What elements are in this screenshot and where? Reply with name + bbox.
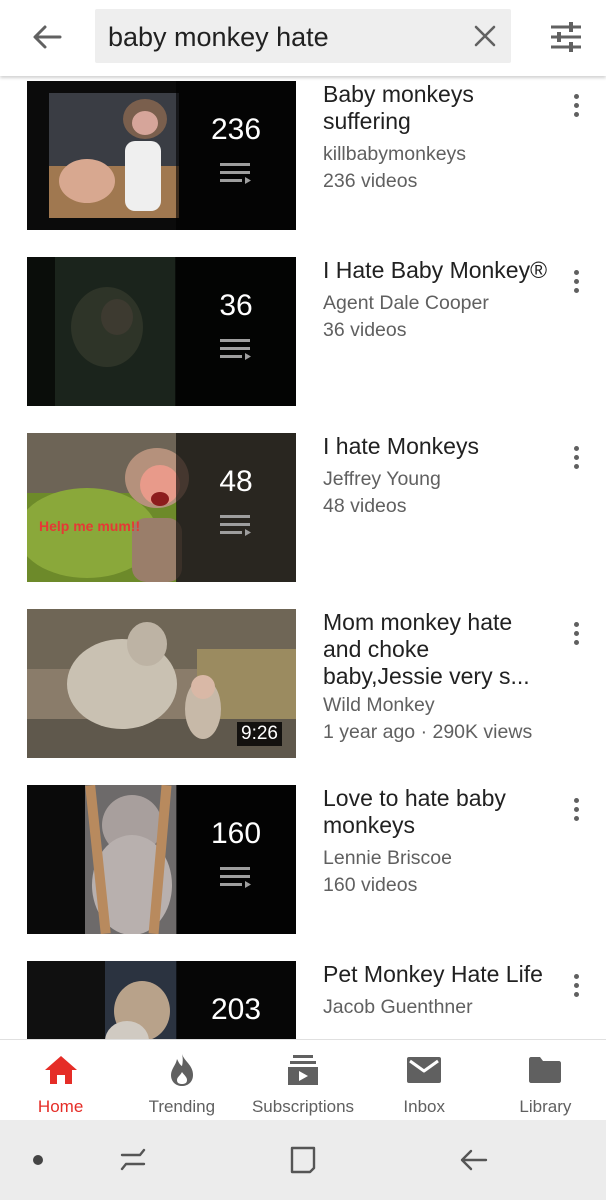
- nav-library-label: Library: [519, 1097, 572, 1116]
- playlist-thumbnail[interactable]: Help me mum!! 48: [27, 433, 296, 582]
- search-results-list: 236 Baby monkeys suffering killbabymonke…: [0, 76, 606, 1039]
- more-options-button[interactable]: [562, 971, 590, 999]
- back-arrow-icon: [460, 1149, 488, 1171]
- more-vert-icon: [573, 797, 579, 803]
- system-back-button[interactable]: [453, 1140, 493, 1180]
- channel-name: Jeffrey Young: [323, 468, 441, 490]
- filter-button[interactable]: [543, 14, 589, 60]
- result-title[interactable]: Baby monkeys suffering: [323, 81, 548, 135]
- result-meta: I hate Monkeys Jeffrey Young 48 videos: [323, 433, 548, 520]
- playlist-result-item[interactable]: Help me mum!! 48 I hate Monkeys Jeffrey …: [0, 433, 606, 609]
- nav-trending-label: Trending: [148, 1097, 216, 1116]
- arrow-left-icon: [33, 25, 62, 49]
- thumbnail-caption: Help me mum!!: [39, 518, 140, 534]
- clear-search-button[interactable]: [467, 18, 503, 54]
- playlist-video-count: 203: [210, 992, 262, 1026]
- video-result-item[interactable]: 9:26 Mom monkey hate and choke baby,Jess…: [0, 609, 606, 785]
- result-title[interactable]: I Hate Baby Monkey®: [323, 257, 548, 284]
- folder-icon: [529, 1057, 562, 1083]
- result-title[interactable]: I hate Monkeys: [323, 433, 548, 460]
- result-title[interactable]: Pet Monkey Hate Life: [323, 961, 548, 988]
- flame-icon: [170, 1054, 193, 1086]
- result-meta: I Hate Baby Monkey® Agent Dale Cooper 36…: [323, 257, 548, 344]
- playlist-overlay: 160: [176, 785, 296, 934]
- playlist-result-item[interactable]: 36 I Hate Baby Monkey® Agent Dale Cooper…: [0, 257, 606, 433]
- video-duration: 9:26: [237, 722, 282, 746]
- nav-home[interactable]: Home: [0, 1040, 121, 1120]
- more-vert-icon: [573, 269, 579, 275]
- playlist-icon: [220, 866, 251, 888]
- result-info: 236 videos: [323, 170, 418, 192]
- result-info: 160 videos: [323, 874, 418, 896]
- channel-name: Wild Monkey: [323, 694, 435, 716]
- subscriptions-icon: [288, 1055, 318, 1085]
- result-meta: Baby monkeys suffering killbabymonkeys 2…: [323, 81, 548, 195]
- nav-library[interactable]: Library: [485, 1040, 606, 1120]
- bottom-navigation: Home Trending Subscriptions Inbox Librar…: [0, 1039, 606, 1120]
- channel-name: Lennie Briscoe: [323, 847, 452, 869]
- playlist-result-item[interactable]: 203 Pet Monkey Hate Life Jacob Guenthner: [0, 961, 606, 1039]
- result-title[interactable]: Mom monkey hate and choke baby,Jessie ve…: [323, 609, 548, 690]
- channel-name: Agent Dale Cooper: [323, 292, 489, 314]
- playlist-thumbnail[interactable]: 36: [27, 257, 296, 406]
- system-dot-indicator: [33, 1155, 43, 1165]
- filter-sliders-icon: [551, 22, 581, 52]
- playlist-overlay: 36: [176, 257, 296, 406]
- playlist-icon: [220, 162, 251, 184]
- playlist-icon: [220, 514, 251, 536]
- playlist-overlay: 236: [176, 81, 296, 230]
- more-vert-icon: [573, 93, 579, 99]
- playlist-icon: [220, 338, 251, 360]
- nav-subscriptions-label: Subscriptions: [251, 1097, 355, 1116]
- recents-button[interactable]: [113, 1140, 153, 1180]
- search-input[interactable]: baby monkey hate: [95, 9, 511, 63]
- back-button[interactable]: [22, 14, 72, 60]
- result-meta: Pet Monkey Hate Life Jacob Guenthner: [323, 961, 548, 1021]
- channel-name: killbabymonkeys: [323, 143, 467, 165]
- close-icon: [474, 25, 496, 47]
- mail-icon: [407, 1057, 442, 1083]
- more-options-button[interactable]: [562, 619, 590, 647]
- nav-subscriptions[interactable]: Subscriptions: [242, 1040, 363, 1120]
- playlist-thumbnail[interactable]: 160: [27, 785, 296, 934]
- search-toolbar: baby monkey hate: [0, 0, 606, 76]
- playlist-result-item[interactable]: 160 Love to hate baby monkeys Lennie Bri…: [0, 785, 606, 961]
- playlist-thumbnail[interactable]: 203: [27, 961, 296, 1039]
- home-icon: [44, 1056, 77, 1084]
- result-meta: Love to hate baby monkeys Lennie Briscoe…: [323, 785, 548, 899]
- search-query-text: baby monkey hate: [108, 22, 329, 52]
- playlist-overlay: 203: [176, 961, 296, 1039]
- more-vert-icon: [573, 973, 579, 979]
- more-options-button[interactable]: [562, 91, 590, 119]
- more-options-button[interactable]: [562, 443, 590, 471]
- recents-icon: [120, 1148, 146, 1171]
- playlist-video-count: 48: [219, 464, 253, 498]
- result-meta: Mom monkey hate and choke baby,Jessie ve…: [323, 609, 548, 744]
- playlist-result-item[interactable]: 236 Baby monkeys suffering killbabymonke…: [0, 81, 606, 257]
- nav-inbox-label: Inbox: [403, 1097, 445, 1116]
- more-options-button[interactable]: [562, 795, 590, 823]
- result-info: 1 year ago · 290K views: [323, 721, 533, 743]
- playlist-overlay: 48: [176, 433, 296, 582]
- nav-home-label: Home: [37, 1097, 84, 1116]
- playlist-video-count: 36: [219, 288, 253, 322]
- nav-trending[interactable]: Trending: [121, 1040, 242, 1120]
- more-options-button[interactable]: [562, 267, 590, 295]
- video-thumbnail[interactable]: 9:26: [27, 609, 296, 758]
- more-vert-icon: [573, 445, 579, 451]
- result-info: 48 videos: [323, 495, 407, 517]
- channel-name: Jacob Guenthner: [323, 996, 473, 1018]
- more-vert-icon: [573, 621, 579, 627]
- playlist-video-count: 160: [210, 816, 262, 850]
- home-system-button[interactable]: [283, 1140, 323, 1180]
- nav-inbox[interactable]: Inbox: [364, 1040, 485, 1120]
- result-title[interactable]: Love to hate baby monkeys: [323, 785, 548, 839]
- playlist-video-count: 236: [210, 112, 262, 146]
- playlist-thumbnail[interactable]: 236: [27, 81, 296, 230]
- result-info: 36 videos: [323, 319, 407, 341]
- square-home-icon: [290, 1146, 316, 1174]
